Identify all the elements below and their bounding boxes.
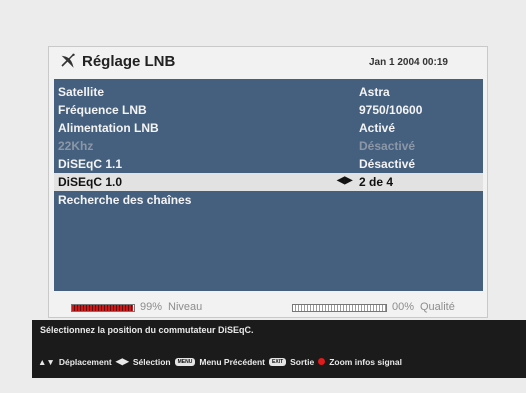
title-bar: Réglage LNB Jan 1 2004 00:19	[49, 47, 487, 75]
setting-value: Activé	[359, 121, 396, 135]
quality-meter	[292, 304, 387, 312]
setting-label: Fréquence LNB	[58, 103, 147, 117]
setting-row-22khz: 22Khz Désactivé	[54, 137, 483, 155]
zoom-signal-label: Zoom infos signal	[329, 356, 402, 367]
setting-value: Désactivé	[359, 139, 416, 153]
setting-label: Alimentation LNB	[58, 121, 159, 135]
setting-label: 22Khz	[58, 139, 94, 153]
settings-list: Satellite Astra Fréquence LNB 9750/10600…	[54, 79, 483, 291]
setting-value: 2 de 4	[359, 175, 394, 189]
level-meter-fill	[72, 305, 134, 311]
quality-label: Qualité	[420, 301, 455, 313]
menu-key-icon: MENU	[174, 357, 196, 366]
select-label: Sélection	[132, 356, 171, 367]
lnb-settings-panel: Réglage LNB Jan 1 2004 00:19 Satellite A…	[48, 46, 488, 318]
signal-meters: 99% Niveau 00% Qualité	[49, 301, 487, 317]
setting-value: Désactivé	[359, 157, 416, 171]
setting-label: Satellite	[58, 85, 105, 99]
setting-value: 9750/10600	[359, 103, 423, 117]
key-legend: ▲▼ Déplacement ◀▶ Sélection MENU Menu Pr…	[38, 356, 402, 367]
help-text: Sélectionnez la position du commutateur …	[40, 325, 254, 335]
setting-label: DiSEqC 1.0	[58, 175, 123, 189]
setting-row-diseqc-1-0[interactable]: DiSEqC 1.0 ◀▶ 2 de 4	[54, 173, 483, 191]
setting-row-diseqc-1-1[interactable]: DiSEqC 1.1 Désactivé	[54, 155, 483, 173]
left-right-arrow-icon: ◀▶	[115, 356, 129, 366]
setting-row-lnb-frequency[interactable]: Fréquence LNB 9750/10600	[54, 101, 483, 119]
level-meter	[71, 304, 135, 312]
setting-row-satellite[interactable]: Satellite Astra	[54, 83, 483, 101]
menu-back-label: Menu Précédent	[199, 356, 266, 367]
setting-label: DiSEqC 1.1	[58, 157, 123, 171]
page-title: Réglage LNB	[82, 53, 176, 70]
exit-key-icon: EXIT	[269, 357, 287, 366]
level-percent: 99%	[140, 301, 163, 313]
left-right-arrow-icon[interactable]: ◀▶	[337, 175, 352, 186]
setting-label: Recherche des chaînes	[58, 193, 192, 207]
up-down-arrow-icon: ▲▼	[38, 356, 55, 367]
setting-row-channel-search[interactable]: Recherche des chaînes	[54, 191, 483, 209]
setting-value: Astra	[359, 85, 390, 99]
level-label: Niveau	[168, 301, 203, 313]
red-button-icon	[318, 358, 326, 365]
quality-percent: 00%	[392, 301, 415, 313]
satellite-dish-icon	[61, 53, 75, 68]
setting-row-lnb-power[interactable]: Alimentation LNB Activé	[54, 119, 483, 137]
exit-label: Sortie	[290, 356, 315, 367]
move-label: Déplacement	[58, 356, 112, 367]
help-bar: Sélectionnez la position du commutateur …	[32, 320, 526, 378]
date-time: Jan 1 2004 00:19	[369, 57, 448, 68]
